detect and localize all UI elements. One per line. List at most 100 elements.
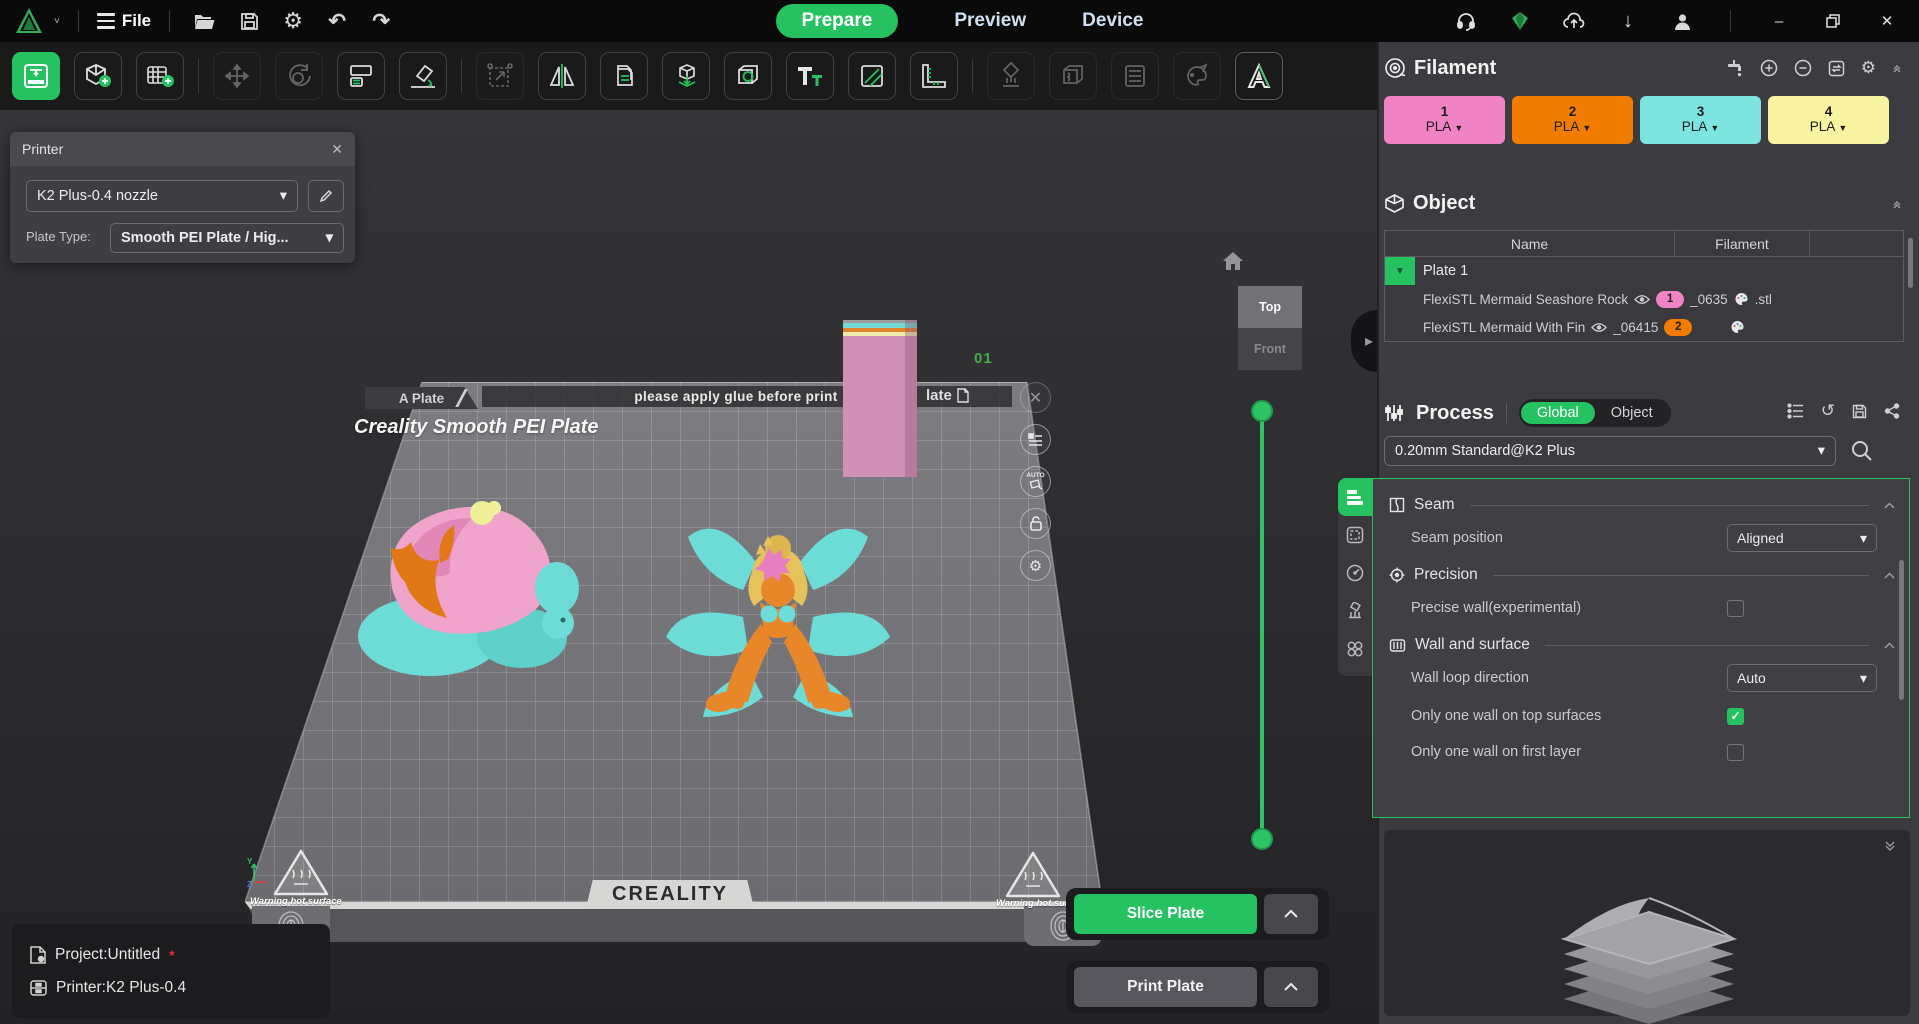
panel-collapse-handle[interactable]: ▸: [1351, 310, 1377, 372]
collapse-chevron-icon[interactable]: [1884, 496, 1895, 514]
wall-loop-direction-select[interactable]: Auto ▾: [1727, 664, 1877, 692]
object-row-model-1[interactable]: FlexiSTL Mermaid Seashore Rock 1 _0635 .…: [1385, 285, 1903, 313]
print-plate-button[interactable]: Print Plate: [1074, 967, 1257, 1007]
category-others-tab[interactable]: [1338, 630, 1372, 668]
plate-settings-list-button[interactable]: [1020, 424, 1051, 455]
rotate-tool-button[interactable]: [275, 52, 323, 100]
plate-gear-button[interactable]: ⚙: [1020, 550, 1051, 581]
one-wall-first-layer-checkbox[interactable]: [1727, 744, 1744, 761]
pattern-fill-button[interactable]: [848, 52, 896, 100]
clip-slider-knob-top[interactable]: [1251, 400, 1273, 422]
precise-wall-checkbox[interactable]: [1727, 600, 1744, 617]
delete-plate-button[interactable]: ✕: [1020, 382, 1051, 413]
object-collapse-icon[interactable]: [1892, 199, 1902, 209]
visibility-eye-icon[interactable]: [1634, 294, 1650, 305]
close-window-button[interactable]: ✕: [1873, 7, 1901, 35]
seam-paint-button[interactable]: [1049, 52, 1097, 100]
clone-tool-button[interactable]: [600, 52, 648, 100]
prime-tower-faucet-icon[interactable]: [1726, 59, 1744, 77]
collapse-chevron-icon[interactable]: [1884, 566, 1895, 584]
support-tool-button[interactable]: [987, 52, 1035, 100]
split-to-plate-button[interactable]: [662, 52, 710, 100]
filament-badge[interactable]: 1: [1656, 291, 1684, 308]
add-filament-icon[interactable]: [1760, 59, 1778, 77]
minimize-button[interactable]: –: [1765, 7, 1793, 35]
auto-arrange-plate-button[interactable]: AUTO: [1020, 466, 1051, 497]
filament-collapse-icon[interactable]: [1892, 63, 1902, 73]
toggle-object[interactable]: Object: [1595, 402, 1669, 424]
prime-tower-model[interactable]: [843, 320, 917, 477]
tab-prepare[interactable]: Prepare: [776, 4, 899, 38]
plate-type-select[interactable]: Smooth PEI Plate / Hig... ▾: [110, 223, 344, 253]
download-icon[interactable]: ↓: [1614, 7, 1642, 35]
category-support-tab[interactable]: [1338, 592, 1372, 630]
model-mermaid[interactable]: [648, 502, 908, 757]
wall-section-header[interactable]: Wall and surface: [1389, 633, 1895, 657]
paint-palette-icon[interactable]: [1734, 292, 1749, 306]
settings-scrollbar[interactable]: [1899, 560, 1904, 700]
remove-filament-icon[interactable]: [1794, 59, 1812, 77]
plate-expand-tag[interactable]: ▼: [1385, 257, 1415, 285]
lock-plate-button[interactable]: [1020, 508, 1051, 539]
logo-dropdown-chevron-icon[interactable]: ˅: [54, 16, 60, 27]
toggle-global[interactable]: Global: [1521, 402, 1595, 424]
settings-gear-icon[interactable]: ⚙: [276, 6, 310, 36]
category-quality-tab[interactable]: [1338, 478, 1372, 516]
plate-view-button[interactable]: [12, 52, 60, 100]
letter-a-paint-button[interactable]: [1235, 52, 1283, 100]
tab-preview[interactable]: Preview: [954, 10, 1026, 32]
model-seashore-rock[interactable]: [352, 468, 597, 683]
category-speed-tab[interactable]: [1338, 554, 1372, 592]
creality-logo-icon[interactable]: [14, 7, 44, 35]
view-front-button[interactable]: Front: [1238, 328, 1302, 370]
filament-slot-4[interactable]: 4 PLA ▼: [1768, 96, 1889, 144]
text-tool-button[interactable]: [786, 52, 834, 100]
reset-history-icon[interactable]: ↺: [1821, 401, 1835, 421]
slice-plate-button[interactable]: Slice Plate: [1074, 894, 1257, 934]
object-row-plate[interactable]: ▼ Plate 1: [1385, 257, 1903, 285]
lay-flat-button[interactable]: [399, 52, 447, 100]
measure-tool-button[interactable]: [910, 52, 958, 100]
scale-tool-button[interactable]: [476, 52, 524, 100]
add-model-button[interactable]: [74, 52, 122, 100]
filament-slot-1[interactable]: 1 PLA ▼: [1384, 96, 1505, 144]
filament-slot-3[interactable]: 3 PLA ▼: [1640, 96, 1761, 144]
user-account-icon[interactable]: [1668, 7, 1696, 35]
object-list-button[interactable]: [1111, 52, 1159, 100]
restore-window-button[interactable]: [1819, 7, 1847, 35]
seam-position-select[interactable]: Aligned ▾: [1727, 524, 1877, 552]
one-wall-top-checkbox[interactable]: ✓: [1727, 708, 1744, 725]
view-top-button[interactable]: Top: [1238, 286, 1302, 328]
support-headset-icon[interactable]: [1452, 7, 1480, 35]
undo-icon[interactable]: ↶: [320, 6, 354, 36]
mirror-tool-button[interactable]: [538, 52, 586, 100]
add-plate-button[interactable]: [136, 52, 184, 100]
redo-icon[interactable]: ↷: [364, 6, 398, 36]
open-folder-icon[interactable]: [188, 6, 222, 36]
tab-device[interactable]: Device: [1082, 10, 1143, 32]
printer-edit-button[interactable]: [308, 180, 344, 212]
export-share-icon[interactable]: [1884, 403, 1900, 419]
precision-section-header[interactable]: Precision: [1389, 563, 1895, 587]
hollow-tool-button[interactable]: [724, 52, 772, 100]
printer-panel-close-icon[interactable]: ✕: [331, 141, 343, 158]
print-options-caret-button[interactable]: [1264, 967, 1318, 1007]
clip-slider-knob-bottom[interactable]: [1251, 828, 1273, 850]
object-row-model-2[interactable]: FlexiSTL Mermaid With Fin _06415 2: [1385, 313, 1903, 341]
cloud-upload-icon[interactable]: [1560, 7, 1588, 35]
filament-settings-gear-icon[interactable]: ⚙: [1861, 58, 1876, 78]
save-icon[interactable]: [232, 6, 266, 36]
membership-gem-icon[interactable]: [1506, 7, 1534, 35]
object-table-scrollbar[interactable]: [1908, 238, 1913, 288]
search-icon[interactable]: [1850, 439, 1874, 463]
visibility-eye-icon[interactable]: [1591, 322, 1607, 333]
sync-filament-icon[interactable]: [1828, 60, 1845, 77]
auto-arrange-button[interactable]: [337, 52, 385, 100]
printer-select[interactable]: K2 Plus-0.4 nozzle ▾: [26, 180, 298, 212]
filament-slot-2[interactable]: 2 PLA ▼: [1512, 96, 1633, 144]
save-profile-icon[interactable]: [1852, 404, 1867, 419]
slice-options-caret-button[interactable]: [1264, 894, 1318, 934]
collapse-chevron-icon[interactable]: [1884, 636, 1895, 654]
seam-section-header[interactable]: Seam: [1389, 493, 1895, 517]
clip-slider-track[interactable]: [1260, 411, 1264, 839]
